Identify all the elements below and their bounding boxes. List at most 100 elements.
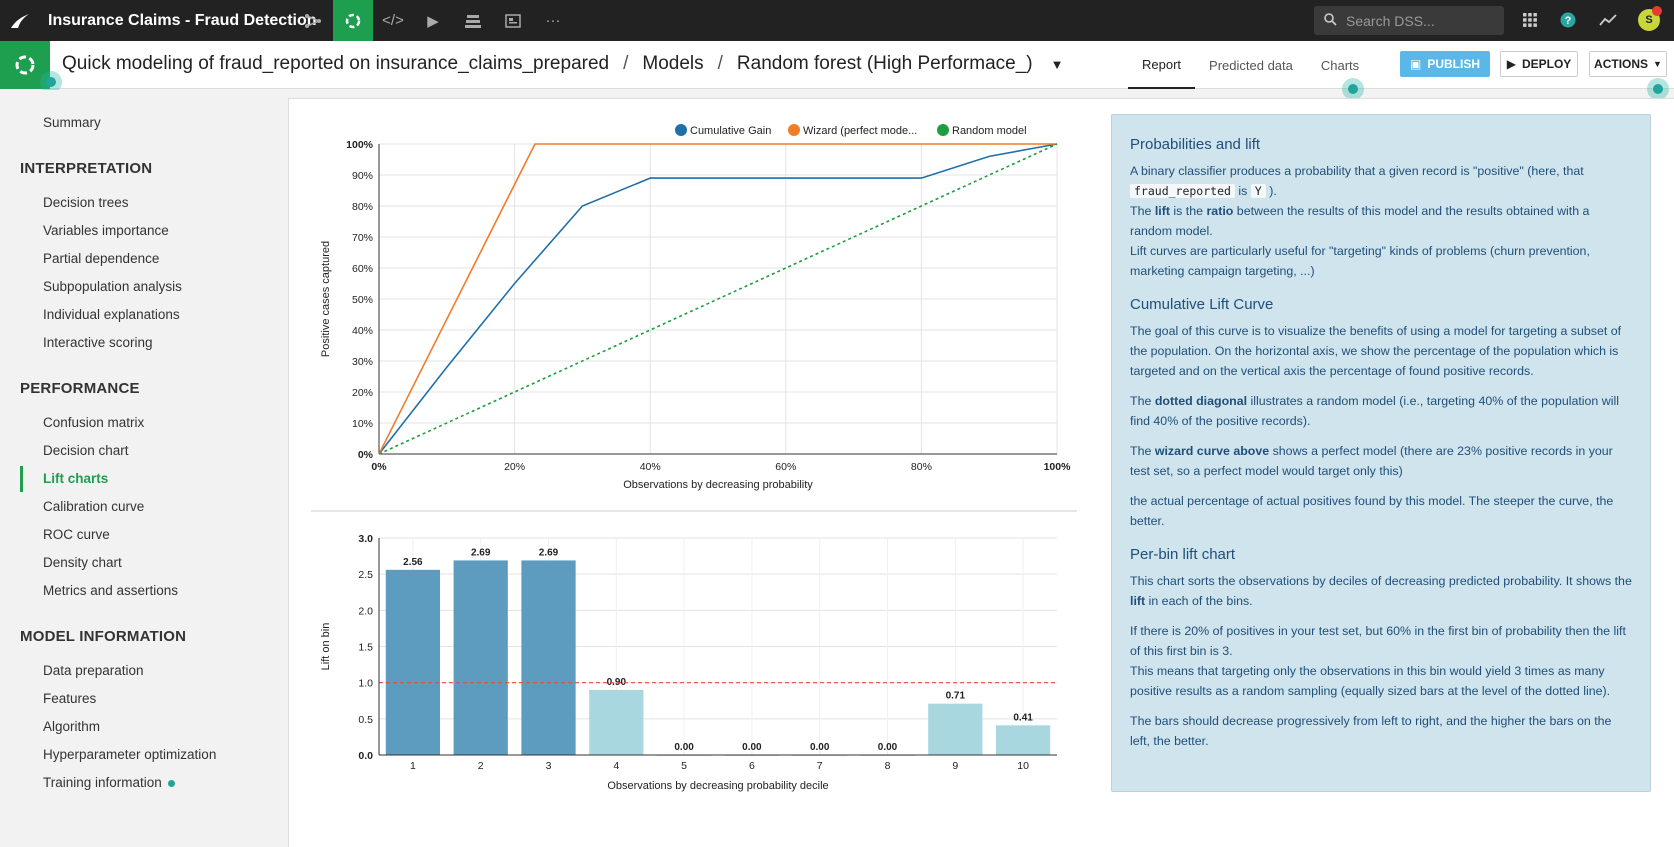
lift-charts-svg: 0%10%20%30%40%50%60%70%80%90%100%0% 20% 40… bbox=[311, 124, 1077, 792]
active-indicator bbox=[20, 466, 23, 492]
bar-value-label: 2.69 bbox=[471, 547, 491, 558]
lab-icon[interactable] bbox=[333, 0, 373, 41]
y-tick-label: 50% bbox=[352, 294, 373, 306]
sidebar-item-data-preparation[interactable]: Data preparation bbox=[43, 663, 144, 678]
deploy-button[interactable]: ▶ DEPLOY bbox=[1500, 51, 1578, 77]
deploy-label: DEPLOY bbox=[1521, 57, 1572, 71]
y-tick-label: 2.0 bbox=[358, 605, 373, 617]
x-tick-label: 2 bbox=[478, 760, 484, 772]
bar-value-label: 0.71 bbox=[946, 691, 966, 702]
sidebar-item-subpopulation-analysis[interactable]: Subpopulation analysis bbox=[43, 279, 182, 294]
legend-marker bbox=[937, 124, 949, 136]
help-paragraph: The wizard curve above shows a perfect m… bbox=[1130, 444, 1613, 478]
deploy-bundle-icon[interactable] bbox=[453, 0, 493, 41]
section-interpretation: INTERPRETATION bbox=[20, 160, 153, 177]
user-avatar[interactable]: S bbox=[1638, 6, 1662, 31]
breadcrumb: Quick modeling of fraud_reported on insu… bbox=[62, 53, 1064, 74]
sidebar-item-metrics-assertions[interactable]: Metrics and assertions bbox=[43, 583, 178, 598]
sidebar-item-training-information[interactable]: Training information bbox=[43, 775, 175, 790]
x-tick-label: 40% bbox=[640, 461, 661, 473]
sidebar-item-decision-trees[interactable]: Decision trees bbox=[43, 195, 129, 210]
tab-predicted-data[interactable]: Predicted data bbox=[1195, 41, 1307, 89]
sidebar-item-algorithm[interactable]: Algorithm bbox=[43, 719, 100, 734]
y-axis-label: Positive cases captured bbox=[320, 241, 332, 357]
sidebar-item-density-chart[interactable]: Density chart bbox=[43, 555, 122, 570]
bar-value-label: 0.90 bbox=[607, 677, 627, 688]
help-title-per-bin: Per-bin lift chart bbox=[1130, 546, 1236, 563]
breadcrumb-analysis[interactable]: Quick modeling of fraud_reported on insu… bbox=[62, 53, 609, 74]
activity-trend-icon[interactable] bbox=[1596, 8, 1620, 32]
code-icon[interactable]: </> bbox=[373, 0, 413, 41]
search-input[interactable]: Search DSS... bbox=[1314, 6, 1504, 35]
dashboard-icon[interactable] bbox=[493, 0, 533, 41]
help-paragraph: This chart sorts the observations by dec… bbox=[1130, 574, 1632, 608]
tab-charts[interactable]: Charts bbox=[1307, 41, 1373, 89]
code-value: Y bbox=[1250, 184, 1266, 198]
lift-bar bbox=[928, 703, 983, 755]
tab-report[interactable]: Report bbox=[1128, 41, 1196, 89]
legend-label: Cumulative Gain bbox=[690, 125, 771, 137]
help-paragraph: The lift is the ratio between the result… bbox=[1130, 204, 1590, 238]
sidebar-item-partial-dependence[interactable]: Partial dependence bbox=[43, 251, 159, 266]
sidebar-item-hyperparameter-optimization[interactable]: Hyperparameter optimization bbox=[43, 747, 216, 762]
actions-label: ACTIONS bbox=[1594, 57, 1649, 71]
flow-icon[interactable] bbox=[293, 0, 333, 41]
bar-value-label: 0.00 bbox=[674, 742, 694, 753]
report-sidebar: Summary INTERPRETATION Decision trees Va… bbox=[0, 90, 288, 847]
y-tick-label: 1.0 bbox=[358, 678, 373, 690]
actions-button[interactable]: ACTIONS ▼ bbox=[1589, 51, 1667, 77]
bar-value-label: 0.41 bbox=[1013, 712, 1033, 723]
y-tick-label: 100% bbox=[346, 139, 374, 151]
sidebar-item-confusion-matrix[interactable]: Confusion matrix bbox=[43, 415, 144, 430]
more-icon[interactable]: ··· bbox=[533, 0, 573, 41]
x-tick-label: 5 bbox=[681, 760, 687, 772]
project-title[interactable]: Insurance Claims - Fraud Detection bbox=[48, 12, 317, 30]
lift-bar bbox=[521, 560, 576, 755]
x-tick-label: 0% bbox=[371, 461, 387, 473]
sidebar-item-decision-chart[interactable]: Decision chart bbox=[43, 443, 129, 458]
notification-dot bbox=[1652, 6, 1662, 16]
help-paragraph: Lift curves are particularly useful for … bbox=[1130, 244, 1590, 278]
chevron-down-icon[interactable]: ▼ bbox=[1051, 57, 1064, 72]
y-tick-label: 3.0 bbox=[358, 533, 373, 545]
dataiku-bird-logo-icon[interactable] bbox=[0, 0, 40, 41]
x-axis-label: Observations by decreasing probability d… bbox=[607, 780, 828, 792]
tour-hotspot-actions[interactable] bbox=[1647, 78, 1669, 100]
sidebar-item-individual-explanations[interactable]: Individual explanations bbox=[43, 307, 180, 322]
y-tick-label: 40% bbox=[352, 325, 373, 337]
x-tick-label: 7 bbox=[817, 760, 823, 772]
sidebar-item-variables-importance[interactable]: Variables importance bbox=[43, 223, 169, 238]
bar-value-label: 0.00 bbox=[878, 742, 898, 753]
sidebar-item-roc-curve[interactable]: ROC curve bbox=[43, 527, 110, 542]
sidebar-item-calibration-curve[interactable]: Calibration curve bbox=[43, 499, 144, 514]
publish-button[interactable]: ▣ PUBLISH bbox=[1400, 51, 1490, 77]
apps-grid-icon[interactable] bbox=[1518, 8, 1542, 32]
help-title-probabilities: Probabilities and lift bbox=[1130, 136, 1261, 153]
breadcrumb-model[interactable]: Random forest (High Performace_) bbox=[737, 53, 1033, 74]
sidebar-item-interactive-scoring[interactable]: Interactive scoring bbox=[43, 335, 153, 350]
help-paragraph: The dotted diagonal illustrates a random… bbox=[1130, 394, 1619, 428]
publish-icon: ▣ bbox=[1409, 57, 1422, 71]
code-target: fraud_reported bbox=[1130, 184, 1235, 198]
x-tick-label: 6 bbox=[749, 760, 755, 772]
x-tick-label: 9 bbox=[952, 760, 958, 772]
y-tick-label: 0% bbox=[358, 449, 374, 461]
y-tick-label: 90% bbox=[352, 170, 373, 182]
breadcrumb-models[interactable]: Models bbox=[642, 53, 703, 74]
help-icon[interactable]: ? bbox=[1556, 8, 1580, 32]
x-tick-label: 20% bbox=[504, 461, 525, 473]
sidebar-item-summary[interactable]: Summary bbox=[43, 115, 101, 130]
tour-hotspot-charts[interactable] bbox=[1342, 78, 1364, 100]
status-dot bbox=[167, 779, 175, 787]
sidebar-item-features[interactable]: Features bbox=[43, 691, 96, 706]
x-axis-label: Observations by decreasing probability bbox=[623, 479, 813, 491]
top-navbar: Insurance Claims - Fraud Detection </> ▶… bbox=[0, 0, 1674, 41]
bar-value-label: 0.00 bbox=[810, 742, 830, 753]
y-tick-label: 80% bbox=[352, 201, 373, 213]
y-tick-label: 2.5 bbox=[358, 569, 373, 581]
help-paragraph: The goal of this curve is to visualize t… bbox=[1130, 324, 1622, 378]
run-icon[interactable]: ▶ bbox=[413, 0, 453, 41]
x-tick-label: 10 bbox=[1017, 760, 1029, 772]
training-info-label: Training information bbox=[43, 775, 162, 790]
sidebar-item-lift-charts[interactable]: Lift charts bbox=[43, 471, 108, 486]
